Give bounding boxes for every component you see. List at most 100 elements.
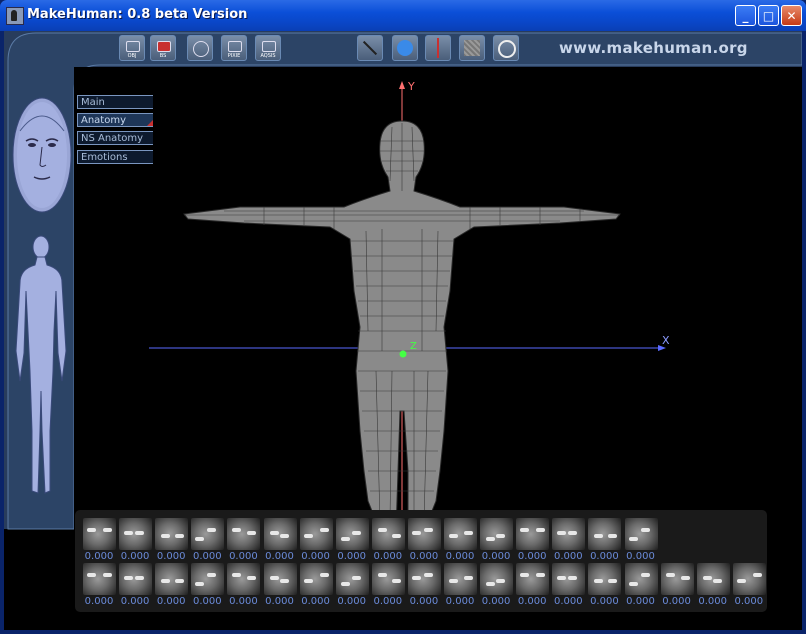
feature-highlight: [87, 573, 96, 577]
morph-target-thumbnail[interactable]: [624, 518, 658, 550]
morph-target-thumbnail[interactable]: [407, 563, 441, 595]
morph-target-value: 0.000: [553, 551, 583, 562]
feature-highlight: [391, 534, 401, 538]
morph-target-thumbnail[interactable]: [660, 563, 694, 595]
morph-target-thumbnail[interactable]: [444, 518, 477, 550]
maximize-button[interactable]: □: [758, 5, 779, 26]
feature-highlight: [557, 576, 567, 580]
tab-main[interactable]: Main: [77, 95, 153, 109]
morph-target-thumbnail[interactable]: [191, 563, 225, 595]
morph-target-value: 0.000: [626, 551, 655, 562]
feature-highlight: [195, 537, 205, 541]
morph-target-thumbnail[interactable]: [371, 518, 405, 550]
info-button[interactable]: [493, 35, 519, 61]
grid-icon: [464, 40, 480, 56]
feature-highlight: [536, 528, 546, 532]
feature-highlight: [464, 576, 473, 580]
feature-highlight: [411, 531, 421, 535]
feature-highlight: [568, 531, 578, 535]
morph-target-thumbnail[interactable]: [119, 563, 153, 595]
website-link[interactable]: www.makehuman.org: [559, 39, 748, 57]
export-obj-button[interactable]: OBJ: [119, 35, 145, 61]
feature-highlight: [161, 534, 171, 538]
title-bar[interactable]: MakeHuman: 0.8 beta Version _ □ ✕: [0, 0, 806, 31]
feature-highlight: [279, 579, 289, 583]
morph-target-thumbnail[interactable]: [480, 518, 514, 550]
tab-anatomy[interactable]: Anatomy: [77, 113, 153, 127]
feature-highlight: [103, 573, 112, 577]
feature-highlight: [496, 579, 506, 583]
morph-target-value: 0.000: [698, 596, 727, 607]
morph-target-value: 0.000: [120, 596, 150, 607]
feature-highlight: [486, 537, 496, 541]
morph-target-thumbnail[interactable]: [552, 518, 586, 550]
close-button[interactable]: ✕: [781, 5, 802, 26]
morph-target-thumbnail[interactable]: [588, 563, 622, 595]
morph-target-value: 0.000: [120, 551, 150, 562]
morph-target-thumbnail[interactable]: [83, 518, 116, 550]
reset-button[interactable]: [187, 35, 213, 61]
wireframe-icon: [362, 40, 378, 56]
face-selector-icon[interactable]: [12, 97, 72, 213]
feature-highlight: [340, 537, 350, 541]
morph-target-value: 0.000: [84, 596, 114, 607]
feature-highlight: [195, 582, 205, 586]
morph-target-value: 0.000: [337, 596, 366, 607]
feature-highlight: [568, 576, 578, 580]
feature-highlight: [464, 531, 473, 535]
morph-target-thumbnail[interactable]: [335, 563, 369, 595]
axes-button[interactable]: [425, 35, 451, 61]
feature-highlight: [640, 528, 650, 532]
morph-target-thumbnail[interactable]: [335, 518, 369, 550]
morph-target-thumbnail[interactable]: [371, 563, 405, 595]
save-button[interactable]: BS: [150, 35, 176, 61]
morph-target-thumbnail[interactable]: [552, 563, 586, 595]
render-aqsis-button[interactable]: AQSIS: [255, 35, 281, 61]
minimize-icon: _: [742, 8, 749, 23]
morph-target-value: 0.000: [626, 596, 655, 607]
morph-target-thumbnail[interactable]: [299, 563, 333, 595]
morph-target-value: 0.000: [409, 551, 439, 562]
export-obj-icon: [126, 41, 140, 52]
morph-target-thumbnail[interactable]: [263, 563, 297, 595]
morph-target-thumbnail[interactable]: [155, 563, 189, 595]
morph-target-thumbnail[interactable]: [480, 563, 514, 595]
morph-target-value: 0.000: [445, 596, 475, 607]
tab-ns-anatomy[interactable]: NS Anatomy: [77, 131, 153, 145]
morph-target-thumbnail[interactable]: [516, 563, 550, 595]
morph-target-thumbnail[interactable]: [516, 518, 550, 550]
morph-target-thumbnail[interactable]: [624, 563, 658, 595]
morph-target-value: 0.000: [192, 551, 222, 562]
morph-target-value: 0.000: [265, 551, 294, 562]
feature-highlight: [319, 573, 329, 577]
morph-target-thumbnail[interactable]: [191, 518, 225, 550]
morph-target-thumbnail[interactable]: [263, 518, 297, 550]
reset-icon: [193, 41, 209, 57]
morph-target-thumbnail[interactable]: [119, 518, 153, 550]
feature-highlight: [423, 528, 433, 532]
morph-target-thumbnail[interactable]: [155, 518, 189, 550]
morph-target-thumbnail[interactable]: [299, 518, 333, 550]
morph-target-thumbnail[interactable]: [588, 518, 622, 550]
render-pixie-button[interactable]: PIXIE: [221, 35, 247, 61]
makehuman-app-icon[interactable]: [6, 7, 24, 25]
feature-highlight: [135, 576, 145, 580]
morph-target-thumbnail[interactable]: [444, 563, 477, 595]
model-origin-point[interactable]: [399, 350, 407, 358]
morph-target-thumbnail[interactable]: [83, 563, 116, 595]
client-area: Y X Z OBJ BS PIXIE AQSIS www.makehuman.org …: [4, 31, 802, 630]
tab-emotions[interactable]: Emotions: [77, 150, 153, 164]
morph-target-thumbnail[interactable]: [696, 563, 730, 595]
morph-target-value: 0.000: [662, 596, 691, 607]
wireframe-button[interactable]: [357, 35, 383, 61]
morph-target-value: 0.000: [517, 596, 547, 607]
morph-target-thumbnail[interactable]: [227, 563, 261, 595]
morph-target-value: 0.000: [481, 596, 511, 607]
morph-target-thumbnail[interactable]: [227, 518, 261, 550]
grid-button[interactable]: [459, 35, 485, 61]
smooth-button[interactable]: [392, 35, 418, 61]
minimize-button[interactable]: _: [735, 5, 756, 26]
morph-target-thumbnail[interactable]: [732, 563, 766, 595]
render-pixie-label: PIXIE: [227, 53, 241, 59]
morph-target-thumbnail[interactable]: [407, 518, 441, 550]
